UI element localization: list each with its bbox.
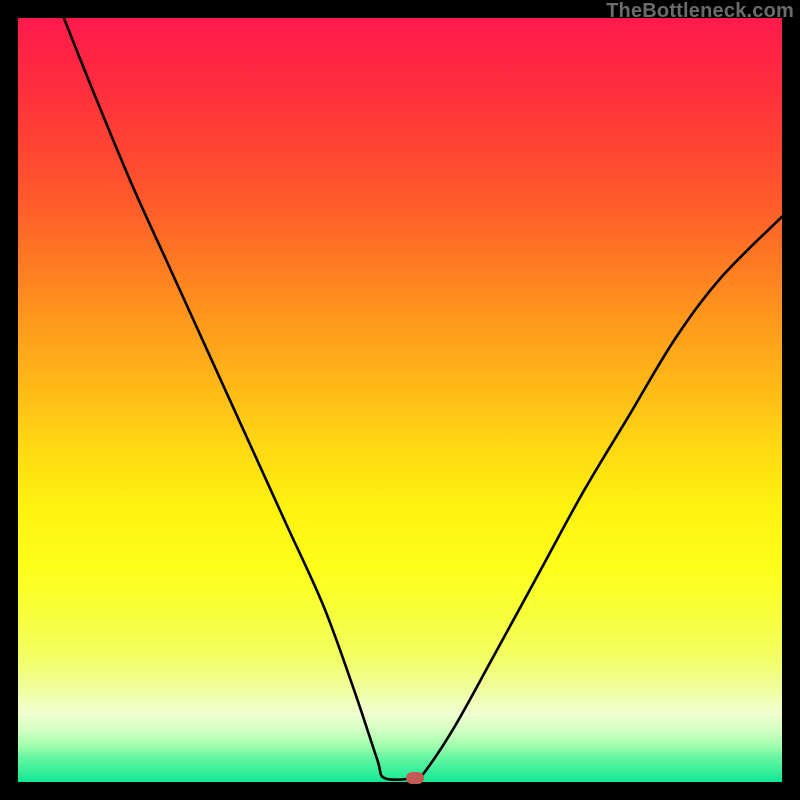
chart-container: TheBottleneck.com xyxy=(0,0,800,800)
bottleneck-marker xyxy=(406,772,424,784)
bottleneck-curve xyxy=(18,18,782,782)
watermark-text: TheBottleneck.com xyxy=(606,0,794,23)
plot-area xyxy=(18,18,782,782)
